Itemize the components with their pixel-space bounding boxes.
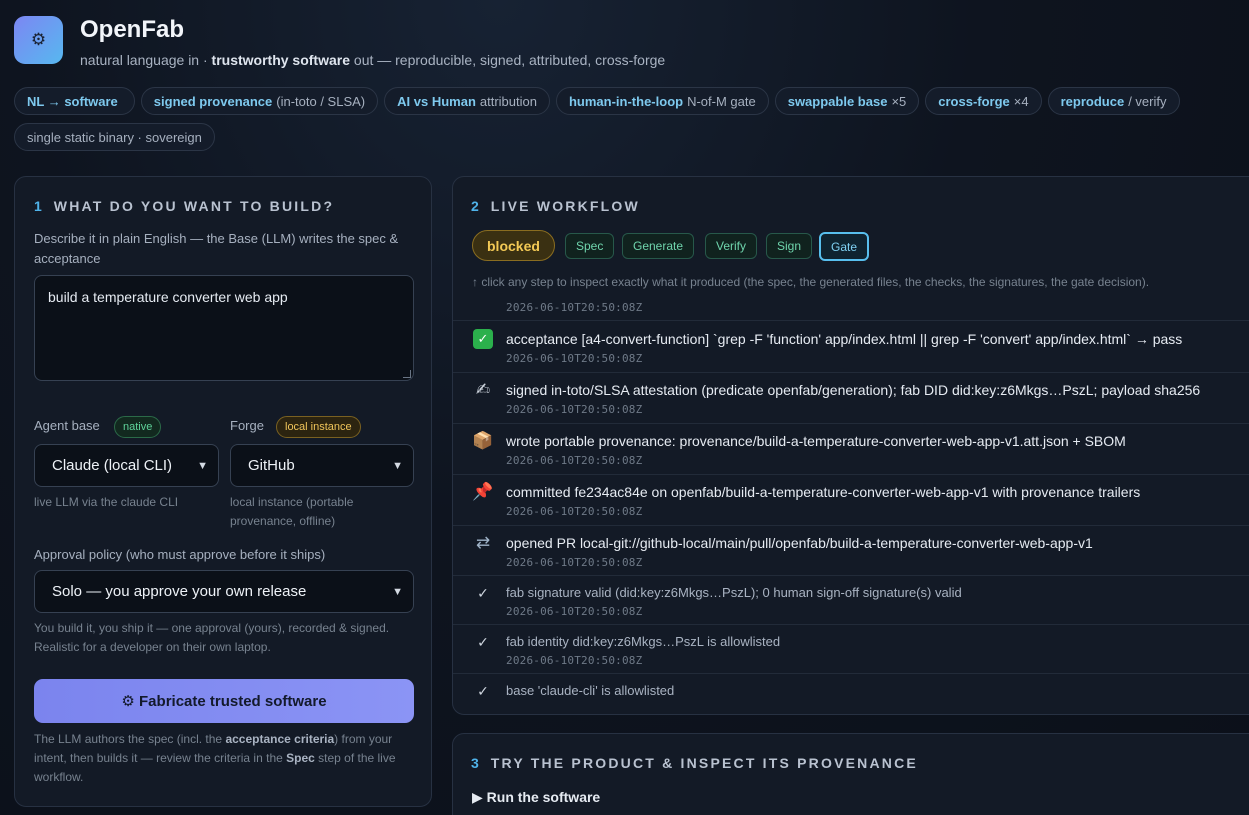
- feature-chip: signed provenance (in-toto / SLSA): [140, 87, 379, 115]
- event-message: base 'claude-cli' is allowlisted: [506, 683, 675, 698]
- feature-chip: AI vs Human attribution: [384, 87, 550, 115]
- event-row: ✓ acceptance [a4-convert-function] `grep…: [453, 320, 1249, 372]
- workflow-status-badge: blocked: [472, 230, 555, 261]
- event-row: ✓ fab identity did:key:z6Mkgs…PszL is al…: [453, 624, 1249, 673]
- step-gate[interactable]: Gate: [819, 232, 870, 261]
- event-message: signed in-toto/SLSA attestation (predica…: [506, 382, 1201, 398]
- package-icon: 📦: [472, 431, 494, 450]
- event-timestamp: 2026-06-10T20:50:08Z: [506, 352, 643, 365]
- signing-pen-icon: ✍: [475, 380, 491, 399]
- build-panel: 1 WHAT DO YOU WANT TO BUILD? Describe it …: [14, 176, 432, 807]
- check-box-icon: ✓: [472, 328, 494, 349]
- feature-chip: swappable base ×5: [774, 87, 920, 115]
- event-log[interactable]: 2026-06-10T20:50:08Z ✓ acceptance [a4-co…: [453, 295, 1249, 715]
- step-generate[interactable]: Generate: [622, 233, 695, 259]
- feature-chip: cross-forge ×4: [925, 87, 1042, 115]
- event-row: 📌 committed fe234ac84e on openfab/build-…: [453, 474, 1249, 525]
- event-timestamp: 2026-06-10T20:50:08Z: [506, 505, 643, 518]
- workflow-panel: 2 LIVE WORKFLOW blocked Spec Generate Ver…: [452, 176, 1249, 715]
- fabricate-button[interactable]: ⚙ Fabricate trusted software: [34, 679, 414, 723]
- fabricate-hint: The LLM authors the spec (incl. the acce…: [34, 732, 396, 784]
- agent-base-hint: live LLM via the claude CLI: [34, 495, 179, 509]
- chevron-down-icon: ▼: [392, 459, 403, 472]
- agent-base-select[interactable]: Claude (local CLI) ▼: [34, 444, 219, 487]
- feature-chip: NL → software: [14, 87, 135, 115]
- section-title: 3 TRY THE PRODUCT & INSPECT ITS PROVENANC…: [471, 755, 918, 771]
- forge-instance-badge: local instance: [276, 416, 361, 438]
- forge-select[interactable]: GitHub ▼: [230, 444, 414, 487]
- event-message: fab signature valid (did:key:z6Mkgs…PszL…: [506, 585, 962, 600]
- intent-textarea[interactable]: build a temperature converter web app: [34, 275, 414, 381]
- event-row: 📦 wrote portable provenance: provenance/…: [453, 423, 1249, 474]
- approval-policy-label: Approval policy (who must approve before…: [34, 547, 326, 562]
- event-timestamp: 2026-06-10T20:50:08Z: [506, 556, 643, 569]
- chevron-down-icon: ▼: [197, 459, 208, 472]
- gear-icon: ⚙: [30, 30, 47, 49]
- event-message: opened PR local-git://github-local/main/…: [506, 535, 1093, 551]
- event-timestamp: 2026-06-10T20:50:08Z: [506, 403, 643, 416]
- checkmark-icon: ✓: [477, 634, 489, 650]
- run-software-toggle[interactable]: ▶ Run the software: [472, 789, 600, 806]
- event-timestamp: 2026-06-10T20:50:08Z: [506, 301, 643, 314]
- feature-chip: reproduce / verify: [1047, 87, 1180, 115]
- app-logo: ⚙: [14, 16, 63, 64]
- checkmark-icon: ✓: [477, 683, 489, 699]
- section-title: 2 LIVE WORKFLOW: [471, 198, 640, 214]
- section-title: 1 WHAT DO YOU WANT TO BUILD?: [34, 198, 335, 214]
- event-timestamp: 2026-06-10T20:50:08Z: [506, 454, 643, 467]
- merge-arrows-icon: ⇄: [475, 533, 491, 552]
- chevron-down-icon: ▼: [392, 585, 403, 598]
- step-verify[interactable]: Verify: [705, 233, 758, 259]
- step-spec[interactable]: Spec: [565, 233, 615, 259]
- forge-hint: local instance (portable provenance, off…: [230, 495, 354, 528]
- event-message: acceptance [a4-convert-function] `grep -…: [506, 331, 1183, 347]
- approval-policy-hint: You build it, you ship it — one approval…: [34, 621, 390, 654]
- event-row: ⇄ opened PR local-git://github-local/mai…: [453, 525, 1249, 575]
- checkmark-icon: ✓: [477, 585, 489, 601]
- workflow-hint: ↑ click any step to inspect exactly what…: [472, 275, 1150, 289]
- product-panel: 3 TRY THE PRODUCT & INSPECT ITS PROVENANC…: [452, 733, 1249, 815]
- step-sign[interactable]: Sign: [766, 233, 813, 259]
- feature-chip: human-in-the-loop N-of-M gate: [555, 87, 769, 115]
- pushpin-icon: 📌: [472, 482, 494, 501]
- forge-label: Forge: [230, 418, 264, 433]
- event-message: wrote portable provenance: provenance/bu…: [506, 433, 1126, 449]
- approval-policy-select[interactable]: Solo — you approve your own release ▼: [34, 570, 414, 613]
- resize-handle-icon[interactable]: [403, 370, 411, 378]
- app-tagline: natural language in · trustworthy softwa…: [80, 52, 666, 68]
- feature-chip: single static binary · sovereign: [14, 123, 215, 151]
- event-timestamp: 2026-06-10T20:50:08Z: [506, 605, 643, 618]
- event-row: ✓ base 'claude-cli' is allowlisted: [453, 673, 1249, 715]
- event-message: committed fe234ac84e on openfab/build-a-…: [506, 484, 1141, 500]
- event-timestamp: 2026-06-10T20:50:08Z: [506, 654, 643, 667]
- describe-label: Describe it in plain English — the Base …: [34, 231, 399, 266]
- event-message: fab identity did:key:z6Mkgs…PszL is allo…: [506, 634, 781, 649]
- event-row: ✓ fab signature valid (did:key:z6Mkgs…Ps…: [453, 575, 1249, 624]
- agent-native-badge: native: [114, 416, 162, 438]
- app-title: OpenFab: [80, 16, 185, 43]
- event-row: ✍ signed in-toto/SLSA attestation (predi…: [453, 372, 1249, 423]
- feature-chips: NL → software signed provenance (in-toto …: [14, 87, 1234, 151]
- agent-base-label: Agent base: [34, 418, 100, 433]
